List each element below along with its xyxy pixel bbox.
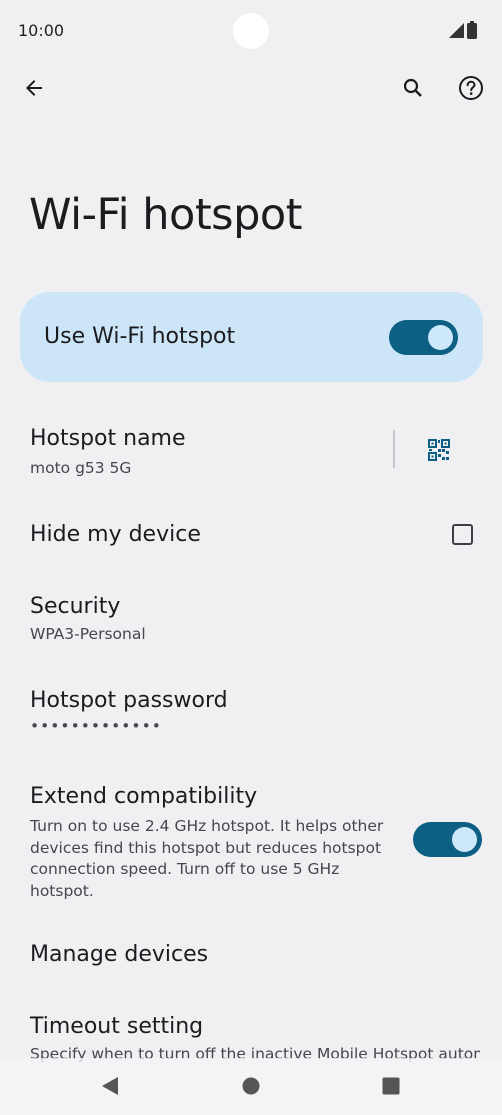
main-switch-label: Use Wi-Fi hotspot: [44, 324, 236, 349]
back-arrow-icon: [26, 80, 42, 96]
hotspot-name-row[interactable]: Hotspot name moto g53 5G: [0, 418, 502, 496]
nav-recents-button[interactable]: [373, 1068, 409, 1104]
toggle-knob: [452, 827, 477, 852]
hide-device-title: Hide my device: [30, 522, 201, 547]
status-bar: 10:00: [0, 0, 502, 62]
nav-home-button[interactable]: [233, 1068, 269, 1104]
back-button[interactable]: [12, 66, 56, 110]
main-switch-card[interactable]: Use Wi-Fi hotspot: [20, 292, 483, 382]
manage-devices-title: Manage devices: [30, 942, 209, 967]
qr-code-button[interactable]: [420, 431, 458, 469]
qr-code-icon: [428, 439, 450, 461]
hide-device-row[interactable]: Hide my device: [0, 510, 502, 560]
nav-home-icon: [242, 1077, 260, 1095]
status-time: 10:00: [18, 21, 65, 40]
timeout-setting-title: Timeout setting: [30, 1014, 204, 1039]
hotspot-password-title: Hotspot password: [30, 688, 228, 713]
nav-back-icon: [102, 1077, 118, 1095]
front-camera-cutout: [233, 13, 269, 49]
extend-compatibility-summary: Turn on to use 2.4 GHz hotspot. It helps…: [30, 817, 384, 900]
vertical-divider: [393, 430, 395, 468]
help-icon: [459, 76, 483, 100]
extend-compatibility-toggle[interactable]: [413, 822, 482, 857]
navigation-bar: [0, 1058, 502, 1115]
extend-compatibility-row[interactable]: Extend compatibility Turn on to use 2.4 …: [0, 780, 502, 910]
hotspot-name-value: moto g53 5G: [30, 459, 132, 477]
page-title: Wi-Fi hotspot: [29, 190, 303, 240]
battery-icon: [467, 21, 477, 39]
nav-recents-icon: [382, 1077, 400, 1095]
extend-compatibility-title: Extend compatibility: [30, 784, 258, 809]
hotspot-password-value: •••••••••••••: [30, 717, 162, 735]
manage-devices-row[interactable]: Manage devices: [0, 936, 502, 986]
search-button[interactable]: [391, 66, 435, 110]
wifi-hotspot-toggle[interactable]: [389, 320, 458, 355]
hotspot-name-title: Hotspot name: [30, 426, 186, 451]
app-bar: [0, 62, 502, 114]
toggle-knob: [428, 325, 453, 350]
hotspot-password-row[interactable]: Hotspot password •••••••••••••: [0, 682, 502, 752]
search-icon: [403, 78, 422, 97]
hide-device-checkbox[interactable]: [452, 524, 473, 545]
security-value: WPA3-Personal: [30, 625, 146, 643]
signal-icon: [449, 23, 464, 38]
security-title: Security: [30, 594, 121, 619]
help-button[interactable]: [449, 66, 493, 110]
nav-back-button[interactable]: [92, 1068, 128, 1104]
security-row[interactable]: Security WPA3-Personal: [0, 588, 502, 658]
